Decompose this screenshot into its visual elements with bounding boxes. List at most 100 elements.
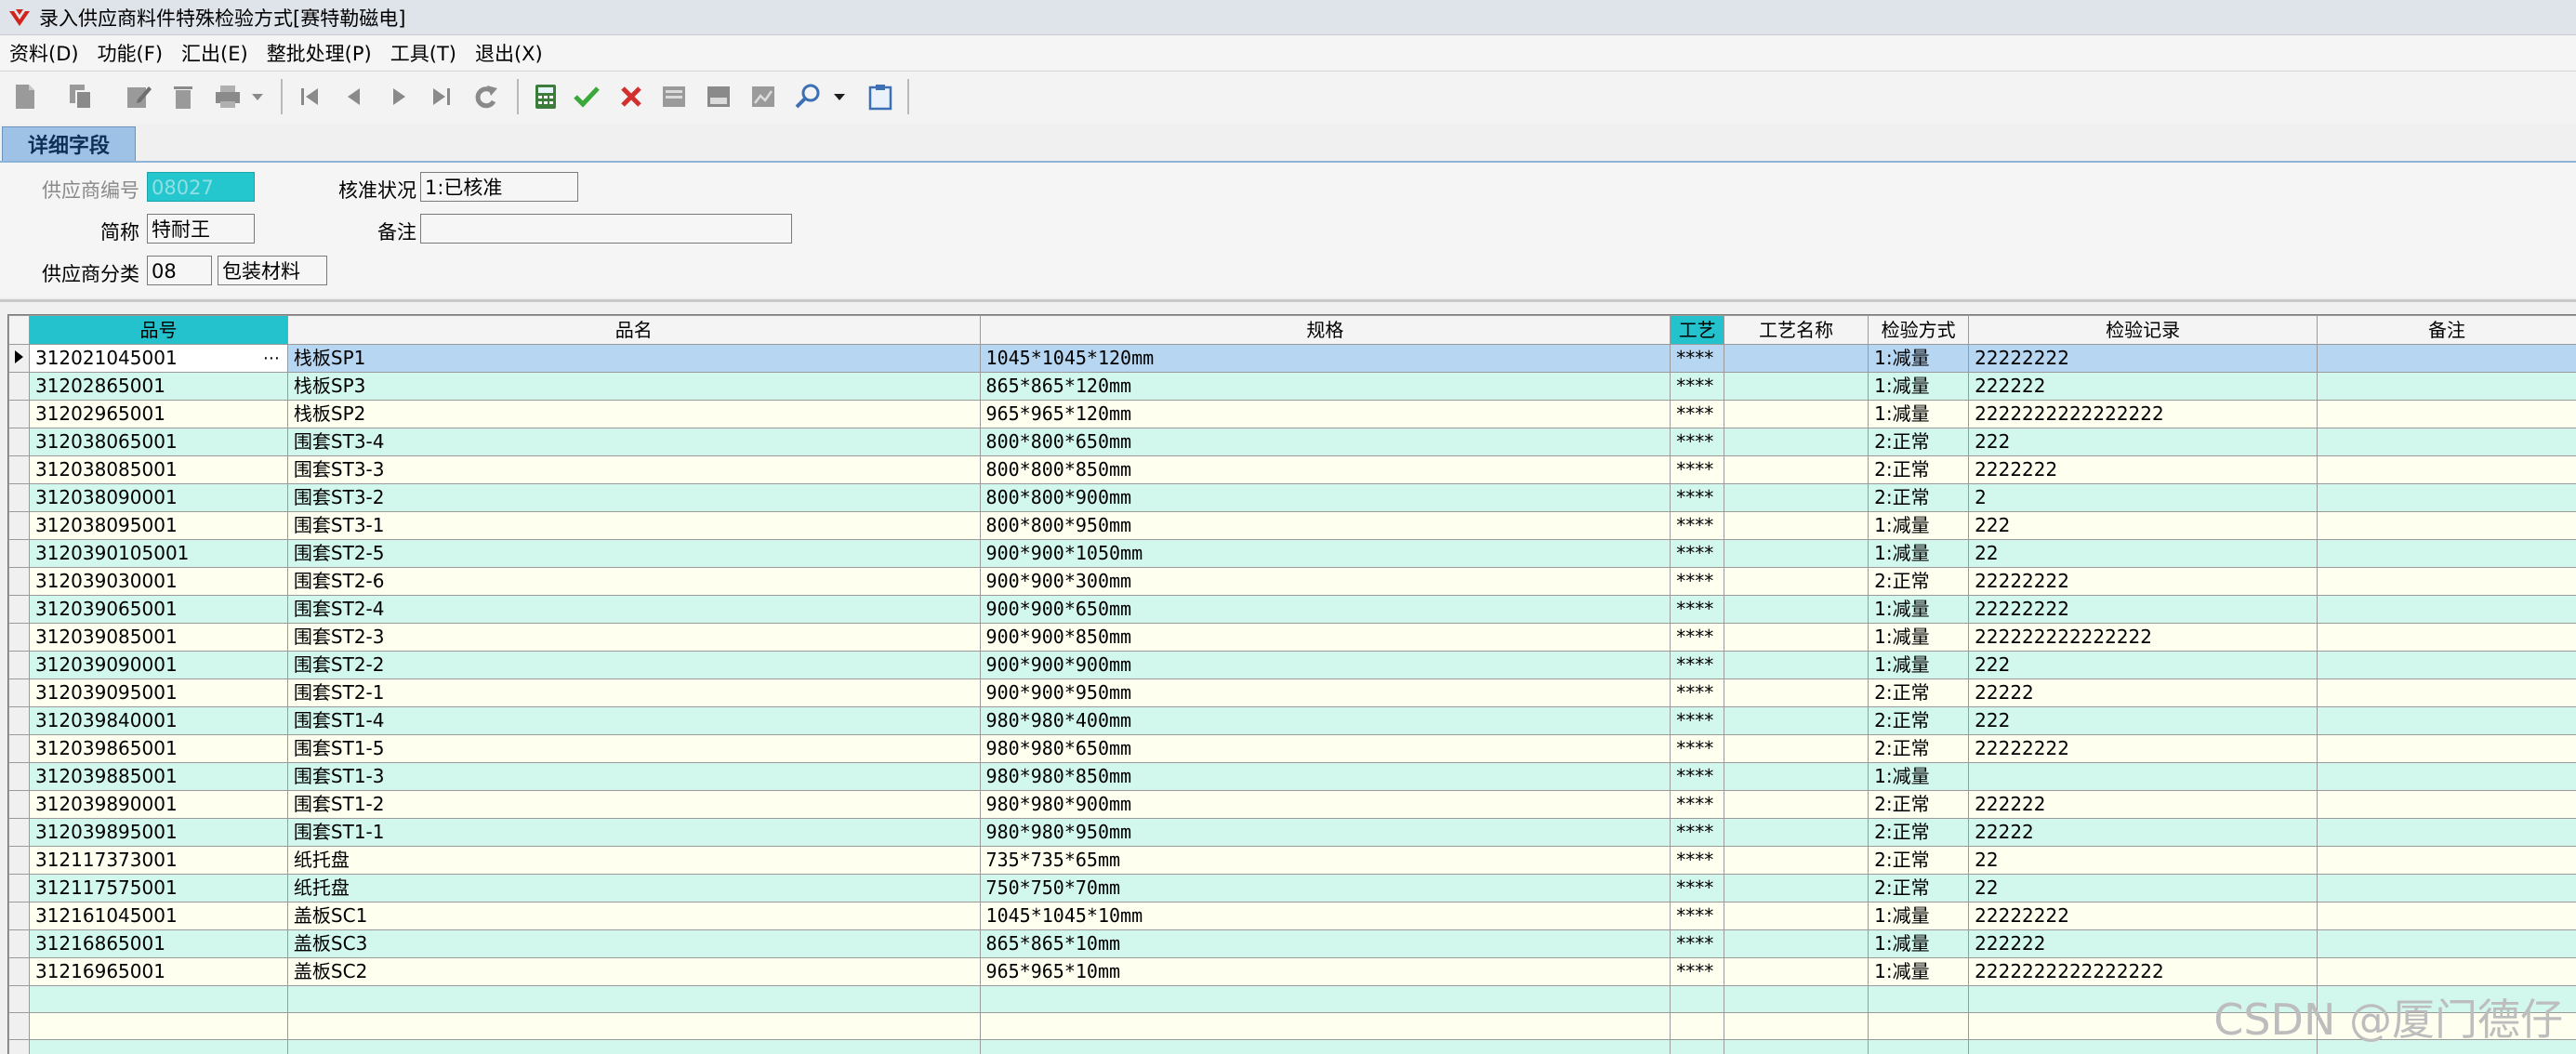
cell-process[interactable]: **** xyxy=(1671,958,1724,986)
column-header-inspection-method[interactable]: 检验方式 xyxy=(1869,316,1969,345)
cell-item-name[interactable]: 围套ST1-2 xyxy=(287,791,980,819)
row-indicator[interactable] xyxy=(9,1013,30,1040)
row-indicator[interactable] xyxy=(9,345,30,373)
cell-process-name[interactable] xyxy=(1724,930,1869,958)
cell-process[interactable]: **** xyxy=(1671,875,1724,902)
cell-process-name[interactable] xyxy=(1724,707,1869,735)
table-row[interactable]: 312039885001围套ST1-3980*980*850mm****1:减量 xyxy=(9,763,2576,791)
cell-item-no[interactable]: 31216865001 xyxy=(29,930,287,958)
row-indicator[interactable] xyxy=(9,735,30,763)
empty-cell[interactable] xyxy=(1869,1040,1969,1054)
cell-spec[interactable]: 900*900*650mm xyxy=(980,596,1671,624)
cell-remark[interactable] xyxy=(2318,763,2576,791)
cell-spec[interactable]: 980*980*950mm xyxy=(980,819,1671,847)
cell-spec[interactable]: 900*900*950mm xyxy=(980,679,1671,707)
cell-remark[interactable] xyxy=(2318,707,2576,735)
cell-process[interactable]: **** xyxy=(1671,373,1724,401)
row-indicator[interactable] xyxy=(9,930,30,958)
cell-remark[interactable] xyxy=(2318,401,2576,428)
table-row[interactable]: 312039065001围套ST2-4900*900*650mm****1:减量… xyxy=(9,596,2576,624)
empty-cell[interactable] xyxy=(1671,1013,1724,1040)
table-row[interactable]: 312039895001围套ST1-1980*980*950mm****2:正常… xyxy=(9,819,2576,847)
cell-spec[interactable]: 750*750*70mm xyxy=(980,875,1671,902)
cell-inspection-record[interactable]: 222222 xyxy=(1969,791,2318,819)
cell-process[interactable]: **** xyxy=(1671,930,1724,958)
cell-spec[interactable]: 800*800*900mm xyxy=(980,484,1671,512)
cell-item-name[interactable]: 围套ST1-5 xyxy=(287,735,980,763)
cell-item-no[interactable]: 312039895001 xyxy=(29,819,287,847)
cell-spec[interactable]: 900*900*1050mm xyxy=(980,540,1671,568)
table-row[interactable]: 312117575001纸托盘750*750*70mm****2:正常22 xyxy=(9,875,2576,902)
cell-process[interactable]: **** xyxy=(1671,707,1724,735)
row-indicator[interactable] xyxy=(9,484,30,512)
cell-process-name[interactable] xyxy=(1724,652,1869,679)
table-row[interactable]: 312038095001围套ST3-1800*800*950mm****1:减量… xyxy=(9,512,2576,540)
cell-item-name[interactable]: 围套ST2-1 xyxy=(287,679,980,707)
row-indicator[interactable] xyxy=(9,512,30,540)
approval-status-field[interactable]: 1:已核准 xyxy=(420,172,578,202)
row-indicator[interactable] xyxy=(9,819,30,847)
cell-item-no[interactable]: 312038085001 xyxy=(29,456,287,484)
column-header-process-name[interactable]: 工艺名称 xyxy=(1724,316,1869,345)
cell-inspection-record[interactable]: 222222 xyxy=(1969,930,2318,958)
cell-spec[interactable]: 965*965*10mm xyxy=(980,958,1671,986)
table-row[interactable]: 312038085001围套ST3-3800*800*850mm****2:正常… xyxy=(9,456,2576,484)
cell-inspection-record[interactable]: 22 xyxy=(1969,540,2318,568)
cell-item-name[interactable]: 围套ST2-4 xyxy=(287,596,980,624)
cell-inspection-record[interactable]: 22222222 xyxy=(1969,568,2318,596)
row-indicator[interactable] xyxy=(9,707,30,735)
menu-export[interactable]: 汇出(E) xyxy=(172,39,258,67)
cell-item-name[interactable]: 栈板SP2 xyxy=(287,401,980,428)
cell-item-name[interactable]: 围套ST2-3 xyxy=(287,624,980,652)
cell-remark[interactable] xyxy=(2318,373,2576,401)
calculator-icon[interactable] xyxy=(528,79,563,114)
menu-batch[interactable]: 整批处理(P) xyxy=(258,39,381,67)
cell-inspection-method[interactable]: 2:正常 xyxy=(1869,791,1969,819)
cell-remark[interactable] xyxy=(2318,679,2576,707)
cell-inspection-method[interactable]: 2:正常 xyxy=(1869,428,1969,456)
table-row[interactable]: 31202865001栈板SP3865*865*120mm****1:减量222… xyxy=(9,373,2576,401)
cell-spec[interactable]: 800*800*850mm xyxy=(980,456,1671,484)
cell-inspection-record[interactable]: 22222222 xyxy=(1969,735,2318,763)
cell-remark[interactable] xyxy=(2318,596,2576,624)
table-row[interactable]: 312039890001围套ST1-2980*980*900mm****2:正常… xyxy=(9,791,2576,819)
cell-process-name[interactable] xyxy=(1724,847,1869,875)
cell-item-name[interactable]: 围套ST1-1 xyxy=(287,819,980,847)
import-icon[interactable] xyxy=(656,79,692,114)
cell-remark[interactable] xyxy=(2318,345,2576,373)
table-row[interactable]: 31216865001盖板SC3865*865*10mm****1:减量2222… xyxy=(9,930,2576,958)
cell-item-no[interactable]: 312039065001 xyxy=(29,596,287,624)
cell-item-name[interactable]: 盖板SC1 xyxy=(287,902,980,930)
cell-spec[interactable]: 965*965*120mm xyxy=(980,401,1671,428)
print-dropdown-icon[interactable] xyxy=(247,79,268,114)
table-row[interactable]: 312039030001围套ST2-6900*900*300mm****2:正常… xyxy=(9,568,2576,596)
cell-inspection-record[interactable]: 2222222222222222 xyxy=(1969,401,2318,428)
cell-inspection-record[interactable]: 2 xyxy=(1969,484,2318,512)
cell-process[interactable]: **** xyxy=(1671,512,1724,540)
supplier-category-code-field[interactable]: 08 xyxy=(147,256,212,285)
cell-item-no[interactable]: 312117575001 xyxy=(29,875,287,902)
cell-process[interactable]: **** xyxy=(1671,819,1724,847)
cell-remark[interactable] xyxy=(2318,428,2576,456)
row-indicator[interactable] xyxy=(9,791,30,819)
refresh-icon[interactable] xyxy=(469,79,504,114)
cell-spec[interactable]: 1045*1045*10mm xyxy=(980,902,1671,930)
delete-icon[interactable] xyxy=(165,79,201,114)
row-indicator[interactable] xyxy=(9,596,30,624)
cell-remark[interactable] xyxy=(2318,902,2576,930)
cell-process-name[interactable] xyxy=(1724,596,1869,624)
cell-process[interactable]: **** xyxy=(1671,679,1724,707)
cell-inspection-record[interactable]: 22222 xyxy=(1969,679,2318,707)
row-indicator[interactable] xyxy=(9,373,30,401)
cell-inspection-record[interactable]: 22 xyxy=(1969,875,2318,902)
cell-inspection-method[interactable]: 1:减量 xyxy=(1869,596,1969,624)
menu-data[interactable]: 资料(D) xyxy=(0,39,88,67)
empty-cell[interactable] xyxy=(29,1040,287,1054)
cell-remark[interactable] xyxy=(2318,456,2576,484)
cell-spec[interactable]: 735*735*65mm xyxy=(980,847,1671,875)
cell-remark[interactable] xyxy=(2318,624,2576,652)
cell-inspection-method[interactable]: 1:减量 xyxy=(1869,540,1969,568)
empty-cell[interactable] xyxy=(1671,986,1724,1013)
cell-inspection-record[interactable]: 222 xyxy=(1969,512,2318,540)
empty-cell[interactable] xyxy=(1869,986,1969,1013)
